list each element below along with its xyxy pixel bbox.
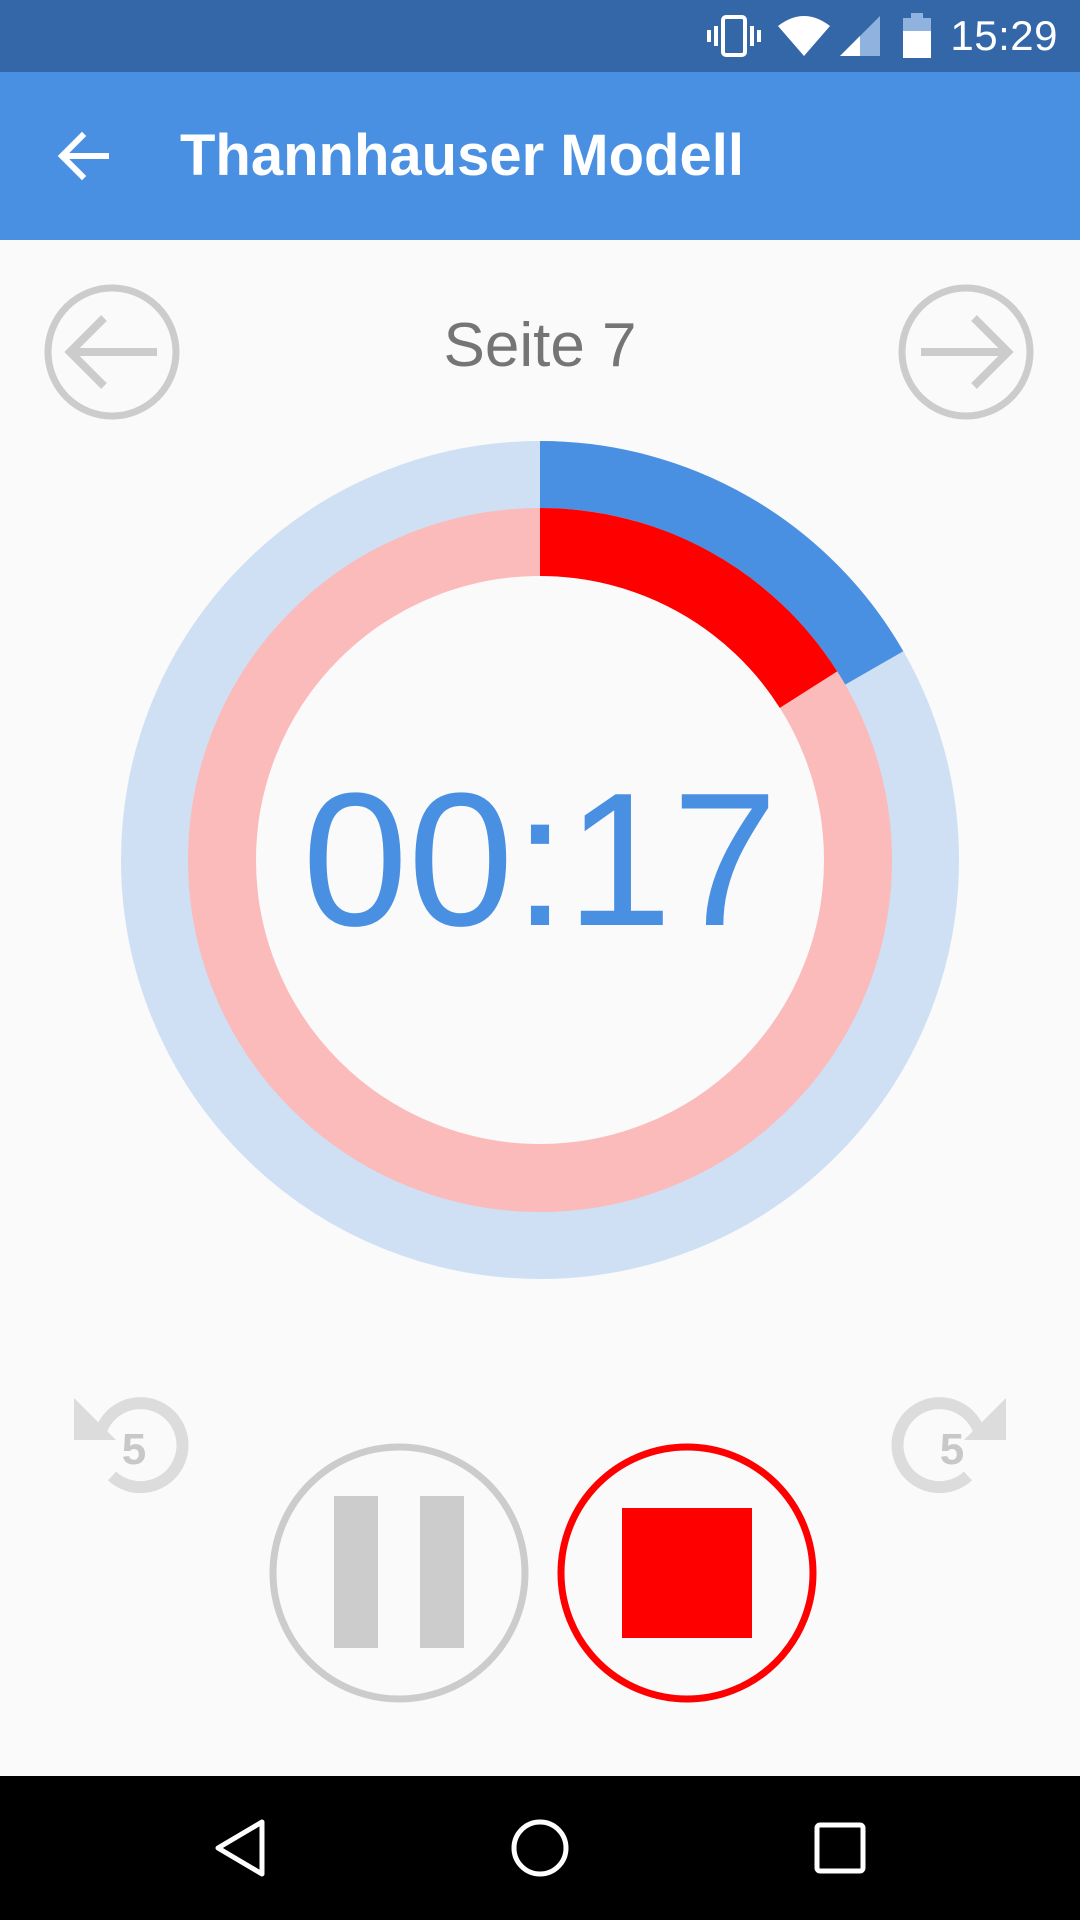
status-time: 15:29 bbox=[950, 12, 1058, 59]
arrow-back-icon bbox=[57, 131, 109, 181]
replay-icon: 5 bbox=[74, 1397, 189, 1494]
rewind-seconds: 5 bbox=[122, 1425, 146, 1474]
system-navigation-bar bbox=[0, 1776, 1080, 1920]
forward-icon: 5 bbox=[891, 1397, 1006, 1494]
rewind-5-button[interactable]: 5 bbox=[72, 1388, 190, 1506]
back-button[interactable] bbox=[42, 114, 126, 198]
stop-button[interactable] bbox=[556, 1442, 818, 1704]
timer-display: 00:17 bbox=[302, 754, 778, 966]
forward-5-button[interactable]: 5 bbox=[890, 1388, 1008, 1506]
previous-page-button[interactable] bbox=[42, 282, 182, 422]
stop-icon bbox=[557, 1443, 817, 1703]
app-title: Thannhauser Modell bbox=[180, 123, 744, 188]
circle-home-icon bbox=[511, 1819, 569, 1877]
page-label: Seite 7 bbox=[443, 311, 637, 380]
status-bar: 15:29 bbox=[0, 0, 1080, 72]
system-back-button[interactable] bbox=[168, 1776, 312, 1920]
next-page-button[interactable] bbox=[896, 282, 1036, 422]
pause-icon bbox=[269, 1443, 529, 1703]
cell-signal-icon bbox=[840, 16, 881, 56]
system-recents-button[interactable] bbox=[768, 1776, 912, 1920]
square-recents-icon bbox=[814, 1822, 866, 1874]
arrow-right-circle-icon bbox=[898, 284, 1034, 420]
vibrate-icon bbox=[707, 15, 762, 57]
pause-button[interactable] bbox=[268, 1442, 530, 1704]
battery-icon bbox=[903, 13, 932, 58]
status-icons: 15:29 bbox=[706, 0, 1058, 72]
triangle-back-icon bbox=[215, 1819, 265, 1877]
app-bar: Thannhauser Modell bbox=[0, 72, 1080, 240]
system-home-button[interactable] bbox=[468, 1776, 612, 1920]
forward-seconds: 5 bbox=[940, 1425, 964, 1474]
arrow-left-circle-icon bbox=[44, 284, 180, 420]
wifi-icon bbox=[778, 16, 831, 56]
